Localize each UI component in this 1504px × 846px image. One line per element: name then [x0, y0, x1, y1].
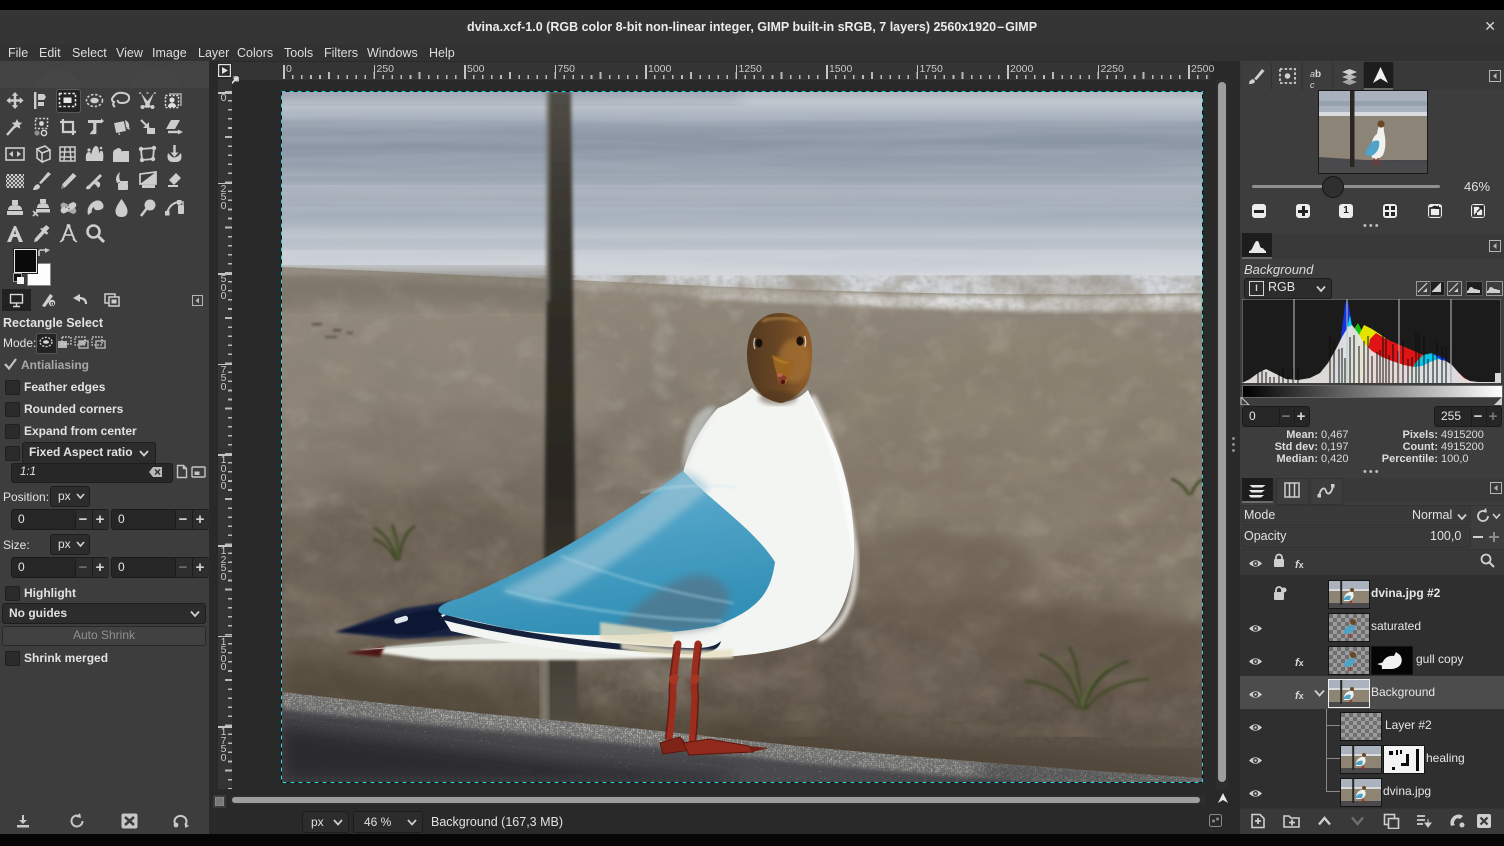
- svg-text:o: o: [50, 300, 54, 307]
